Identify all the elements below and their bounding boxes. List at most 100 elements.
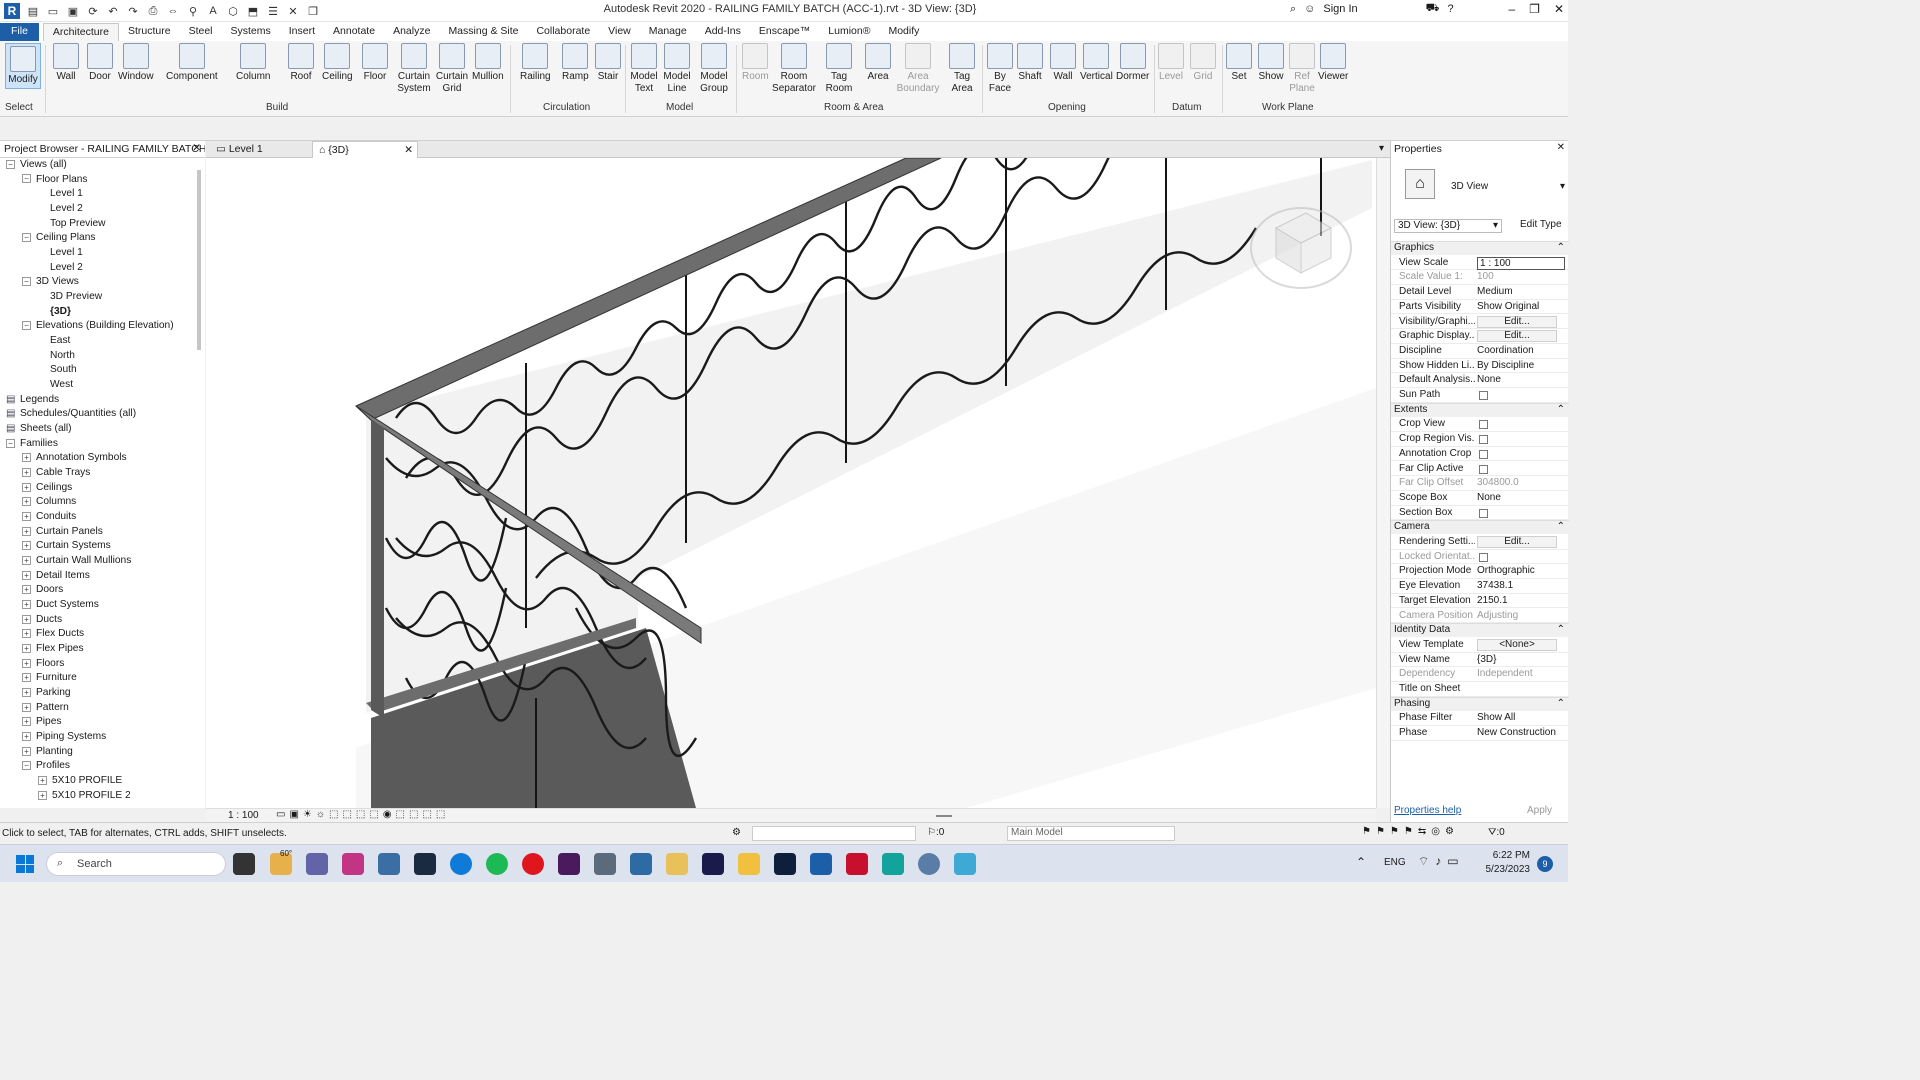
browser-item[interactable]: ▤ Schedules/Quantities (all) — [6, 407, 136, 422]
expand-icon[interactable]: + — [22, 555, 31, 565]
room-separator-button[interactable]: Room Separator — [772, 43, 816, 95]
browser-item[interactable]: + Pipes — [22, 715, 61, 730]
selection-filter-icons[interactable]: ⚑⚑⚑⚑⇆◎⚙ — [1362, 826, 1459, 837]
expand-icon[interactable]: + — [22, 511, 31, 521]
collapse-icon[interactable]: ⌃ — [1557, 624, 1565, 635]
tab-structure[interactable]: Structure — [119, 23, 180, 41]
tab-view[interactable]: View — [599, 23, 640, 41]
show-button[interactable]: Show — [1258, 43, 1284, 83]
property-value[interactable] — [1477, 448, 1565, 462]
model-group-button[interactable]: Model Group — [697, 43, 731, 95]
expand-icon[interactable]: + — [22, 614, 31, 624]
browser-item[interactable]: + Annotation Symbols — [22, 451, 127, 466]
browser-item[interactable]: + Duct Systems — [22, 598, 99, 613]
app-icon[interactable] — [594, 853, 616, 875]
expand-icon[interactable]: + — [22, 585, 31, 595]
property-value[interactable]: Show Original — [1477, 301, 1565, 312]
task-view-icon[interactable] — [233, 853, 255, 875]
browser-item[interactable]: + Curtain Systems — [22, 539, 111, 554]
browser-item[interactable]: South — [38, 363, 77, 378]
help-icon[interactable]: ? — [1448, 3, 1454, 15]
area-boundary-button[interactable]: Area Boundary — [897, 43, 939, 95]
instagram-icon[interactable] — [342, 853, 364, 875]
workset-dropdown[interactable] — [752, 826, 916, 841]
measure-icon[interactable]: ⇔ — [166, 4, 180, 18]
browser-item[interactable]: + Conduits — [22, 510, 76, 525]
tab-add-ins[interactable]: Add-Ins — [696, 23, 750, 41]
file-explorer-icon[interactable] — [738, 853, 760, 875]
minimize-icon[interactable]: – — [1508, 2, 1515, 16]
expand-icon[interactable]: + — [22, 467, 31, 477]
property-value[interactable]: Show All — [1477, 712, 1565, 723]
lightroom-icon[interactable] — [414, 853, 436, 875]
collapse-icon[interactable]: ⌃ — [1557, 521, 1565, 532]
browser-item[interactable]: + Pattern — [22, 701, 69, 716]
browser-item[interactable]: 3D Preview — [38, 290, 102, 305]
collapse-icon[interactable]: ⌃ — [1557, 404, 1565, 415]
property-checkbox[interactable] — [1479, 508, 1488, 518]
tab-massing-site[interactable]: Massing & Site — [439, 23, 527, 41]
expand-icon[interactable]: + — [22, 687, 31, 697]
property-value[interactable]: Edit... — [1477, 536, 1565, 548]
browser-item[interactable]: − Floor Plans — [22, 173, 88, 188]
property-value[interactable] — [1477, 433, 1565, 447]
tab-manage[interactable]: Manage — [640, 23, 696, 41]
property-edit-button[interactable]: Edit... — [1477, 536, 1557, 548]
browser-item[interactable]: + Curtain Panels — [22, 525, 103, 540]
close-icon[interactable]: ✕ — [1557, 142, 1565, 153]
chevron-down-icon[interactable]: ▾ — [1560, 181, 1565, 192]
tab-architecture[interactable]: Architecture — [42, 23, 119, 41]
level-button[interactable]: Level — [1158, 43, 1184, 83]
sync-icon[interactable]: ⟳ — [86, 4, 100, 18]
charts-app-icon[interactable] — [378, 853, 400, 875]
notification-badge[interactable]: 9 — [1537, 856, 1553, 872]
view-control-icons[interactable]: ▭▣☀☼⬚⬚⬚⬚◉⬚⬚⬚⬚ — [276, 809, 449, 820]
property-value[interactable]: Edit... — [1477, 315, 1565, 328]
property-section-header[interactable]: Phasing ⌃ — [1391, 696, 1569, 711]
redo-icon[interactable]: ↷ — [126, 4, 140, 18]
browser-item[interactable]: + Floors — [22, 657, 64, 672]
tray-chevron-icon[interactable]: ⌃ — [1356, 855, 1366, 869]
tab-menu-icon[interactable]: ▾ — [1379, 143, 1384, 154]
collapse-icon[interactable]: − — [22, 321, 31, 331]
area-button[interactable]: Area — [865, 43, 891, 83]
property-value[interactable]: 2150.1 — [1477, 595, 1565, 606]
select-dropdown[interactable]: Select — [5, 102, 33, 113]
expand-icon[interactable]: + — [22, 658, 31, 668]
tab-file[interactable]: File — [0, 23, 39, 41]
taskbar-search[interactable]: ⌕ Search — [46, 852, 226, 876]
browser-item[interactable]: + Planting — [22, 745, 73, 760]
view-tab-3d[interactable]: ⌂ {3D} ✕ — [312, 141, 418, 158]
tag-area-button[interactable]: Tag Area — [947, 43, 977, 95]
print-icon[interactable]: ⎙ — [146, 4, 160, 18]
weather-icon[interactable]: 60° — [270, 849, 292, 875]
browser-item[interactable]: + Curtain Wall Mullions — [22, 554, 131, 569]
thin-lines-icon[interactable]: ☰ — [266, 4, 280, 18]
premiere-icon[interactable] — [558, 853, 580, 875]
view-scale[interactable]: 1 : 100 — [228, 810, 259, 821]
modify-button[interactable]: Modify — [5, 43, 41, 89]
browser-item[interactable]: + Columns — [22, 495, 76, 510]
browser-item[interactable]: Level 1 — [38, 246, 83, 261]
browser-scrollbar[interactable] — [197, 170, 201, 350]
undo-icon[interactable]: ↶ — [106, 4, 120, 18]
model-line-button[interactable]: Model Line — [662, 43, 692, 95]
set-button[interactable]: Set — [1226, 43, 1252, 83]
floor-button[interactable]: Floor — [362, 43, 388, 83]
model-text-button[interactable]: Model Text — [629, 43, 659, 95]
design-option-dropdown[interactable]: Main Model — [1007, 826, 1175, 841]
browser-item[interactable]: {3D} — [38, 305, 71, 320]
user-icon[interactable]: ☺ — [1304, 3, 1315, 15]
vertical-button[interactable]: Vertical — [1080, 43, 1113, 83]
browser-item[interactable]: East — [38, 334, 70, 349]
windows-start-icon[interactable] — [16, 855, 34, 873]
close-icon[interactable]: ✕ — [192, 142, 201, 154]
browser-item[interactable]: +5X10 PROFILE — [38, 774, 122, 789]
edit-type-button[interactable]: Edit Type — [1506, 218, 1566, 234]
tab-systems[interactable]: Systems — [222, 23, 280, 41]
property-section-header[interactable]: Identity Data ⌃ — [1391, 623, 1569, 638]
browser-item[interactable]: −3D Views — [22, 275, 79, 290]
restore-icon[interactable]: ❐ — [1529, 2, 1540, 16]
expand-icon[interactable]: + — [22, 497, 31, 507]
opening-wall-button[interactable]: Wall — [1050, 43, 1076, 83]
